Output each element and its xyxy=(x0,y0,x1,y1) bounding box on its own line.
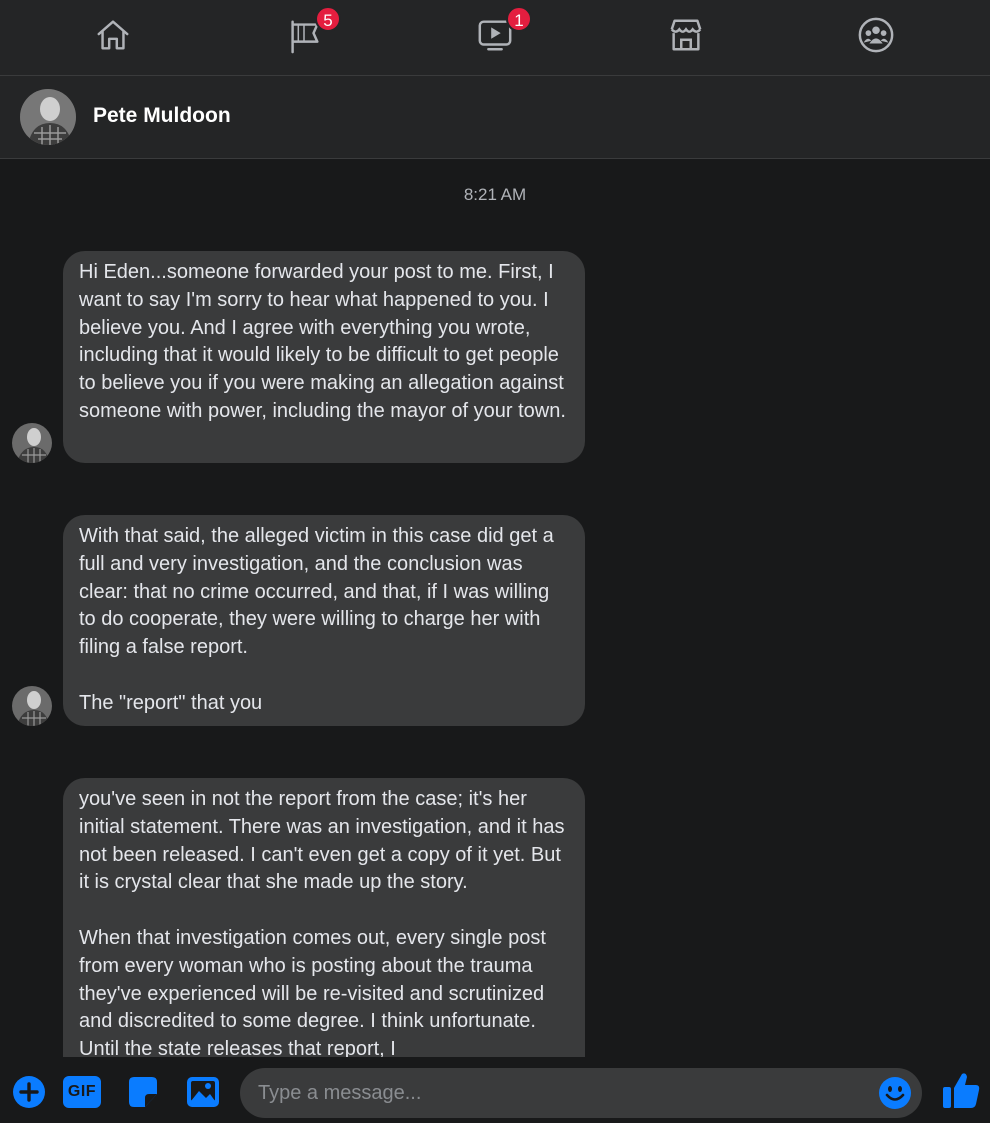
like-button[interactable] xyxy=(940,1069,982,1111)
smiley-icon xyxy=(879,1077,911,1109)
image-icon xyxy=(187,1077,219,1107)
top-navigation: 5 1 xyxy=(0,0,990,76)
nav-groups[interactable] xyxy=(853,12,899,58)
nav-marketplace[interactable] xyxy=(663,12,709,58)
contact-name[interactable]: Pete Muldoon xyxy=(93,104,231,128)
emoji-button[interactable] xyxy=(878,1076,912,1110)
gif-label: GIF xyxy=(67,1083,97,1100)
message-input-container xyxy=(240,1068,922,1118)
nav-pages[interactable]: 5 xyxy=(281,6,341,58)
nav-watch[interactable]: 1 xyxy=(472,6,532,58)
nav-home[interactable] xyxy=(90,12,136,58)
photo-button[interactable] xyxy=(183,1074,223,1110)
groups-icon xyxy=(858,17,894,53)
message-timestamp: 8:21 AM xyxy=(463,185,527,204)
message-bubble[interactable]: Hi Eden...someone forwarded your post to… xyxy=(63,251,585,463)
sticker-icon xyxy=(129,1077,157,1107)
message-bubble[interactable]: With that said, the alleged victim in th… xyxy=(63,515,585,726)
thumbs-up-icon xyxy=(943,1073,980,1108)
plus-circle-icon xyxy=(13,1076,45,1108)
message-composer: GIF xyxy=(0,1057,990,1123)
gif-button[interactable]: GIF xyxy=(62,1074,102,1110)
message-list[interactable]: 8:21 AM Hi Eden...someone forwarded your… xyxy=(0,160,990,1057)
message-input[interactable] xyxy=(258,1068,858,1118)
home-icon xyxy=(97,20,129,50)
more-actions-button[interactable] xyxy=(9,1074,49,1110)
contact-avatar[interactable] xyxy=(20,89,76,145)
sticker-button[interactable] xyxy=(123,1074,163,1110)
sender-avatar xyxy=(12,686,52,726)
watch-notification-badge: 1 xyxy=(506,6,532,32)
sender-avatar xyxy=(12,423,52,463)
pages-notification-badge: 5 xyxy=(315,6,341,32)
message-bubble[interactable]: you've seen in not the report from the c… xyxy=(63,778,585,1057)
chat-header: Pete Muldoon xyxy=(0,76,990,159)
store-icon xyxy=(670,19,702,51)
